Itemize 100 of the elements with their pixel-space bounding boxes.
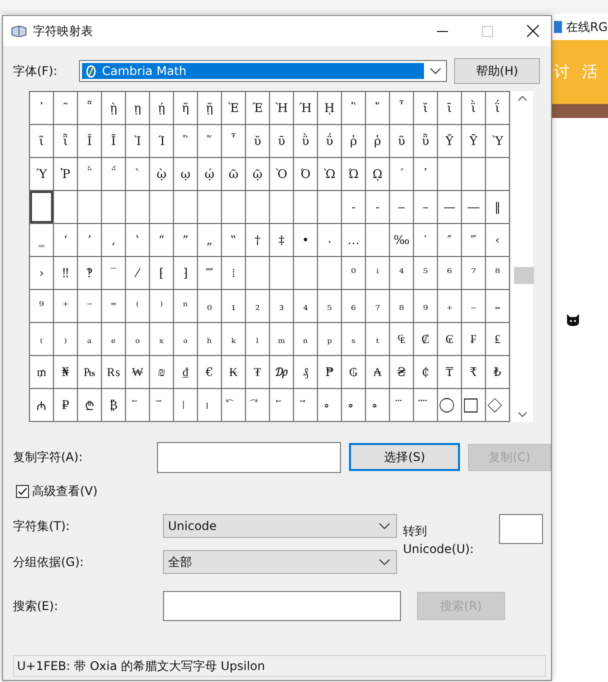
character-cell[interactable]: ‼ bbox=[54, 257, 78, 290]
character-cell[interactable]: ᾽ bbox=[30, 92, 54, 125]
character-cell[interactable] bbox=[102, 191, 126, 224]
character-cell[interactable]: ₰ bbox=[294, 356, 318, 389]
character-cell[interactable]: Έ bbox=[246, 92, 270, 125]
character-cell[interactable]: ₨ bbox=[102, 356, 126, 389]
character-cell[interactable]: ₦ bbox=[54, 356, 78, 389]
character-cell[interactable]: ₚ bbox=[318, 323, 342, 356]
character-cell[interactable]: Ῠ bbox=[438, 125, 462, 158]
character-cell[interactable]: Ό bbox=[294, 158, 318, 191]
character-cell[interactable]: – bbox=[414, 191, 438, 224]
character-cell[interactable]: ₽ bbox=[54, 389, 78, 421]
character-cell[interactable]: — bbox=[438, 191, 462, 224]
font-dropdown[interactable]: Cambria Math bbox=[79, 60, 447, 82]
scroll-down-icon[interactable] bbox=[518, 412, 526, 417]
character-cell[interactable]: ῗ bbox=[54, 125, 78, 158]
character-cell[interactable]: ₡ bbox=[414, 323, 438, 356]
character-cell[interactable]: ⁿ bbox=[174, 290, 198, 323]
character-cell[interactable]: ₆ bbox=[342, 290, 366, 323]
character-cell[interactable]: † bbox=[246, 224, 270, 257]
character-cell[interactable]: ῐ bbox=[414, 92, 438, 125]
character-cell[interactable]: Ὼ bbox=[318, 158, 342, 191]
character-cell[interactable] bbox=[246, 257, 270, 290]
character-cell[interactable]: ₃ bbox=[270, 290, 294, 323]
character-cell[interactable]: Ή bbox=[294, 92, 318, 125]
character-cell[interactable]: Ὶ bbox=[126, 125, 150, 158]
character-cell[interactable]: ῡ bbox=[270, 125, 294, 158]
character-cell[interactable]: ῶ bbox=[222, 158, 246, 191]
character-cell[interactable]: Ύ bbox=[30, 158, 54, 191]
character-cell[interactable]: ῃ bbox=[126, 92, 150, 125]
copy-field[interactable] bbox=[157, 442, 342, 472]
character-cell[interactable]: ῠ bbox=[246, 125, 270, 158]
character-cell[interactable]: Ώ bbox=[342, 158, 366, 191]
character-cell[interactable]: ‖ bbox=[486, 191, 509, 224]
character-cell[interactable] bbox=[318, 257, 342, 290]
character-cell[interactable]: ´ bbox=[390, 158, 414, 191]
character-cell[interactable]: Ὴ bbox=[270, 92, 294, 125]
character-cell[interactable]: ‡ bbox=[270, 224, 294, 257]
character-cell[interactable] bbox=[150, 191, 174, 224]
character-cell[interactable] bbox=[366, 224, 390, 257]
character-cell[interactable]: ⃜ bbox=[414, 389, 438, 421]
character-cell[interactable]: ₴ bbox=[390, 356, 414, 389]
character-cell[interactable]: ῼ bbox=[366, 158, 390, 191]
character-cell[interactable]: ‟ bbox=[222, 224, 246, 257]
character-cell[interactable] bbox=[294, 257, 318, 290]
character-cell[interactable]: ” bbox=[174, 224, 198, 257]
character-cell[interactable]: ῷ bbox=[246, 158, 270, 191]
character-cell[interactable]: Ὸ bbox=[270, 158, 294, 191]
character-cell[interactable]: ₖ bbox=[222, 323, 246, 356]
character-cell[interactable]: ₲ bbox=[342, 356, 366, 389]
character-cell[interactable]: ₔ bbox=[174, 323, 198, 356]
character-cell[interactable]: Ῥ bbox=[54, 158, 78, 191]
character-cell[interactable]: ῁ bbox=[78, 92, 102, 125]
checkbox-label[interactable]: 高级查看(V) bbox=[32, 483, 98, 500]
checkbox[interactable] bbox=[16, 485, 29, 498]
cat-icon[interactable] bbox=[566, 314, 580, 326]
character-cell[interactable] bbox=[126, 191, 150, 224]
character-cell[interactable]: ⁞ bbox=[222, 257, 246, 290]
character-cell[interactable] bbox=[222, 191, 246, 224]
scroll-thumb[interactable] bbox=[514, 267, 534, 284]
character-cell[interactable]: ₠ bbox=[390, 323, 414, 356]
character-cell[interactable]: ₵ bbox=[414, 356, 438, 389]
character-cell[interactable]: › bbox=[30, 257, 54, 290]
character-cell[interactable]: ῢ bbox=[294, 125, 318, 158]
character-cell[interactable]: ⁷ bbox=[462, 257, 486, 290]
character-cell[interactable]: ₺ bbox=[486, 356, 509, 389]
character-cell[interactable]: ῤ bbox=[342, 125, 366, 158]
character-cell[interactable]: ⃛ bbox=[390, 389, 414, 421]
character-cell[interactable]: ῝ bbox=[174, 125, 198, 158]
character-cell[interactable]: ⁻ bbox=[78, 290, 102, 323]
unicode-field[interactable] bbox=[499, 514, 543, 544]
character-cell[interactable]: ⁄ bbox=[126, 257, 150, 290]
character-cell[interactable]: ⁗ bbox=[198, 257, 222, 290]
character-cell[interactable]: ῴ bbox=[198, 158, 222, 191]
character-cell[interactable]: ₅ bbox=[318, 290, 342, 323]
character-cell[interactable]: ΐ bbox=[486, 92, 509, 125]
scroll-up-icon[interactable] bbox=[518, 96, 526, 101]
character-cell[interactable]: ⃕ bbox=[246, 389, 270, 421]
character-cell[interactable]: ‛ bbox=[126, 224, 150, 257]
character-cell[interactable]: ⃞ bbox=[462, 389, 486, 421]
character-cell[interactable]: ₓ bbox=[150, 323, 174, 356]
character-cell[interactable]: ’ bbox=[78, 224, 102, 257]
character-cell[interactable] bbox=[78, 191, 102, 224]
character-cell[interactable]: ₉ bbox=[414, 290, 438, 323]
character-cell[interactable]: ῟ bbox=[222, 125, 246, 158]
character-cell[interactable]: ⃘ bbox=[318, 389, 342, 421]
character-cell[interactable]: ‴ bbox=[462, 224, 486, 257]
character-cell[interactable]: ₊ bbox=[438, 290, 462, 323]
character-cell[interactable] bbox=[318, 191, 342, 224]
character-cell[interactable]: ῍ bbox=[342, 92, 366, 125]
character-cell[interactable]: ῑ bbox=[438, 92, 462, 125]
character-cell[interactable]: ⃗ bbox=[294, 389, 318, 421]
character-cell[interactable]: ῎ bbox=[366, 92, 390, 125]
character-cell[interactable]: ⃔ bbox=[222, 389, 246, 421]
character-cell[interactable]: ΅ bbox=[102, 158, 126, 191]
character-cell[interactable]: ₒ bbox=[126, 323, 150, 356]
character-cell[interactable] bbox=[54, 191, 78, 224]
character-cell[interactable]: ‽ bbox=[78, 257, 102, 290]
character-cell[interactable]: ₿ bbox=[102, 389, 126, 421]
character-cell[interactable]: ⁆ bbox=[174, 257, 198, 290]
